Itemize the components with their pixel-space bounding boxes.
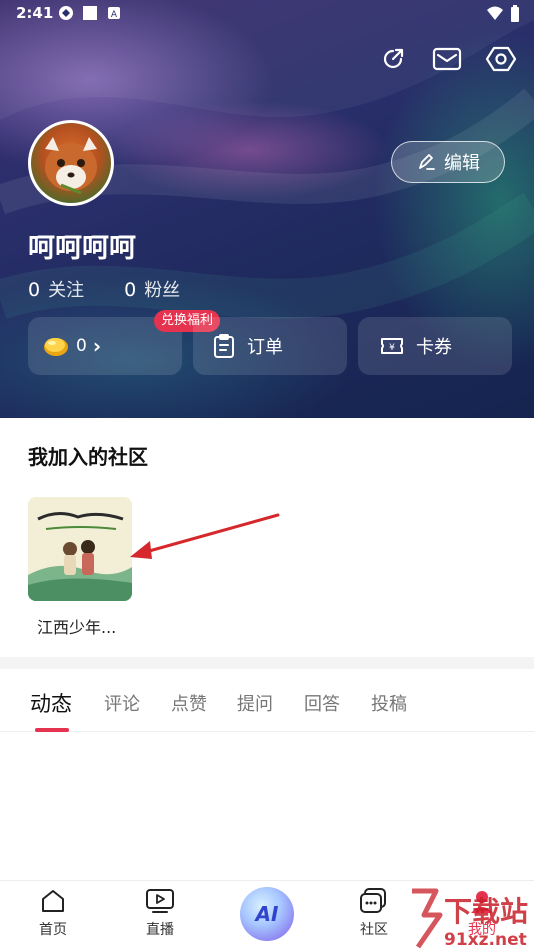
tab-answers[interactable]: 回答 <box>304 690 340 716</box>
community-item-thumbnail[interactable] <box>28 497 132 601</box>
red-annotation-arrow <box>130 513 280 559</box>
site-watermark: 下载站 91xz.net <box>412 888 528 950</box>
red-panda-avatar-image <box>45 137 97 195</box>
tab-questions[interactable]: 提问 <box>237 690 273 716</box>
coupons-card[interactable]: ¥ 卡券 <box>358 317 512 375</box>
tab-submissions[interactable]: 投稿 <box>371 690 407 716</box>
gold-coin-icon <box>44 338 68 356</box>
joined-communities-title: 我加入的社区 <box>28 445 148 469</box>
status-time: 2:41 <box>16 4 54 22</box>
svg-text:A: A <box>111 10 118 20</box>
following-stat[interactable]: 0 关注 <box>28 276 84 302</box>
share-icon <box>383 48 404 69</box>
tv-play-icon <box>146 889 174 913</box>
avatar[interactable] <box>28 120 114 206</box>
chevron-right-icon: › <box>92 334 102 358</box>
followers-count: 0 <box>124 279 137 301</box>
activity-tabs: 动态 评论 点赞 提问 回答 投稿 <box>0 670 534 732</box>
tab-activity[interactable]: 动态 <box>30 688 72 718</box>
status-bar: 2:41 A <box>0 0 534 28</box>
clipboard-icon <box>214 334 234 358</box>
edit-profile-button[interactable]: 编辑 <box>391 141 505 183</box>
community-chat-icon <box>360 888 386 913</box>
watermark-text-main: 下载站 <box>444 895 528 928</box>
share-button[interactable] <box>378 44 408 74</box>
settings-icon <box>486 46 516 72</box>
sync-status-icon <box>59 6 73 20</box>
orders-label: 订单 <box>247 337 283 358</box>
messages-button[interactable] <box>432 44 462 74</box>
ai-label: AI <box>255 902 279 926</box>
watermark-text-url: 91xz.net <box>444 930 527 950</box>
wifi-icon <box>487 6 503 20</box>
followers-label: 粉丝 <box>144 280 181 301</box>
orders-card[interactable]: 订单 <box>193 317 347 375</box>
tab-comments[interactable]: 评论 <box>104 690 140 716</box>
home-icon <box>42 890 64 912</box>
nav-ai-button[interactable]: AI <box>240 887 294 941</box>
app-notification-icon: A <box>108 7 120 20</box>
nav-community[interactable]: 社区 <box>344 887 404 939</box>
coupons-label: 卡券 <box>416 337 452 358</box>
profile-header: 2:41 A 编辑 呵呵呵呵 0 关注 0 粉丝 0 › 兑换福利 订单 ¥ 卡… <box>0 0 534 418</box>
section-divider <box>0 657 534 669</box>
mail-icon <box>432 47 462 71</box>
following-label: 关注 <box>48 280 85 301</box>
ticket-icon: ¥ <box>381 338 403 354</box>
edit-label: 编辑 <box>444 153 480 174</box>
nav-live-label: 直播 <box>146 922 174 938</box>
following-count: 0 <box>28 279 41 301</box>
pencil-icon <box>419 154 435 170</box>
community-item-label[interactable]: 江西少年... <box>37 614 116 638</box>
notification-square-icon <box>83 6 97 20</box>
battery-icon <box>511 5 519 22</box>
settings-button[interactable] <box>486 44 516 74</box>
nav-home-label: 首页 <box>39 922 67 938</box>
nav-live[interactable]: 直播 <box>130 887 190 939</box>
nav-home[interactable]: 首页 <box>23 887 83 939</box>
coins-value: 0 <box>76 336 87 356</box>
svg-text:¥: ¥ <box>389 343 395 353</box>
username: 呵呵呵呵 <box>28 233 136 264</box>
tab-likes[interactable]: 点赞 <box>171 690 207 716</box>
active-tab-indicator <box>35 728 69 732</box>
nav-community-label: 社区 <box>360 922 388 938</box>
followers-stat[interactable]: 0 粉丝 <box>124 276 180 302</box>
poetry-community-cover-image <box>28 497 132 601</box>
